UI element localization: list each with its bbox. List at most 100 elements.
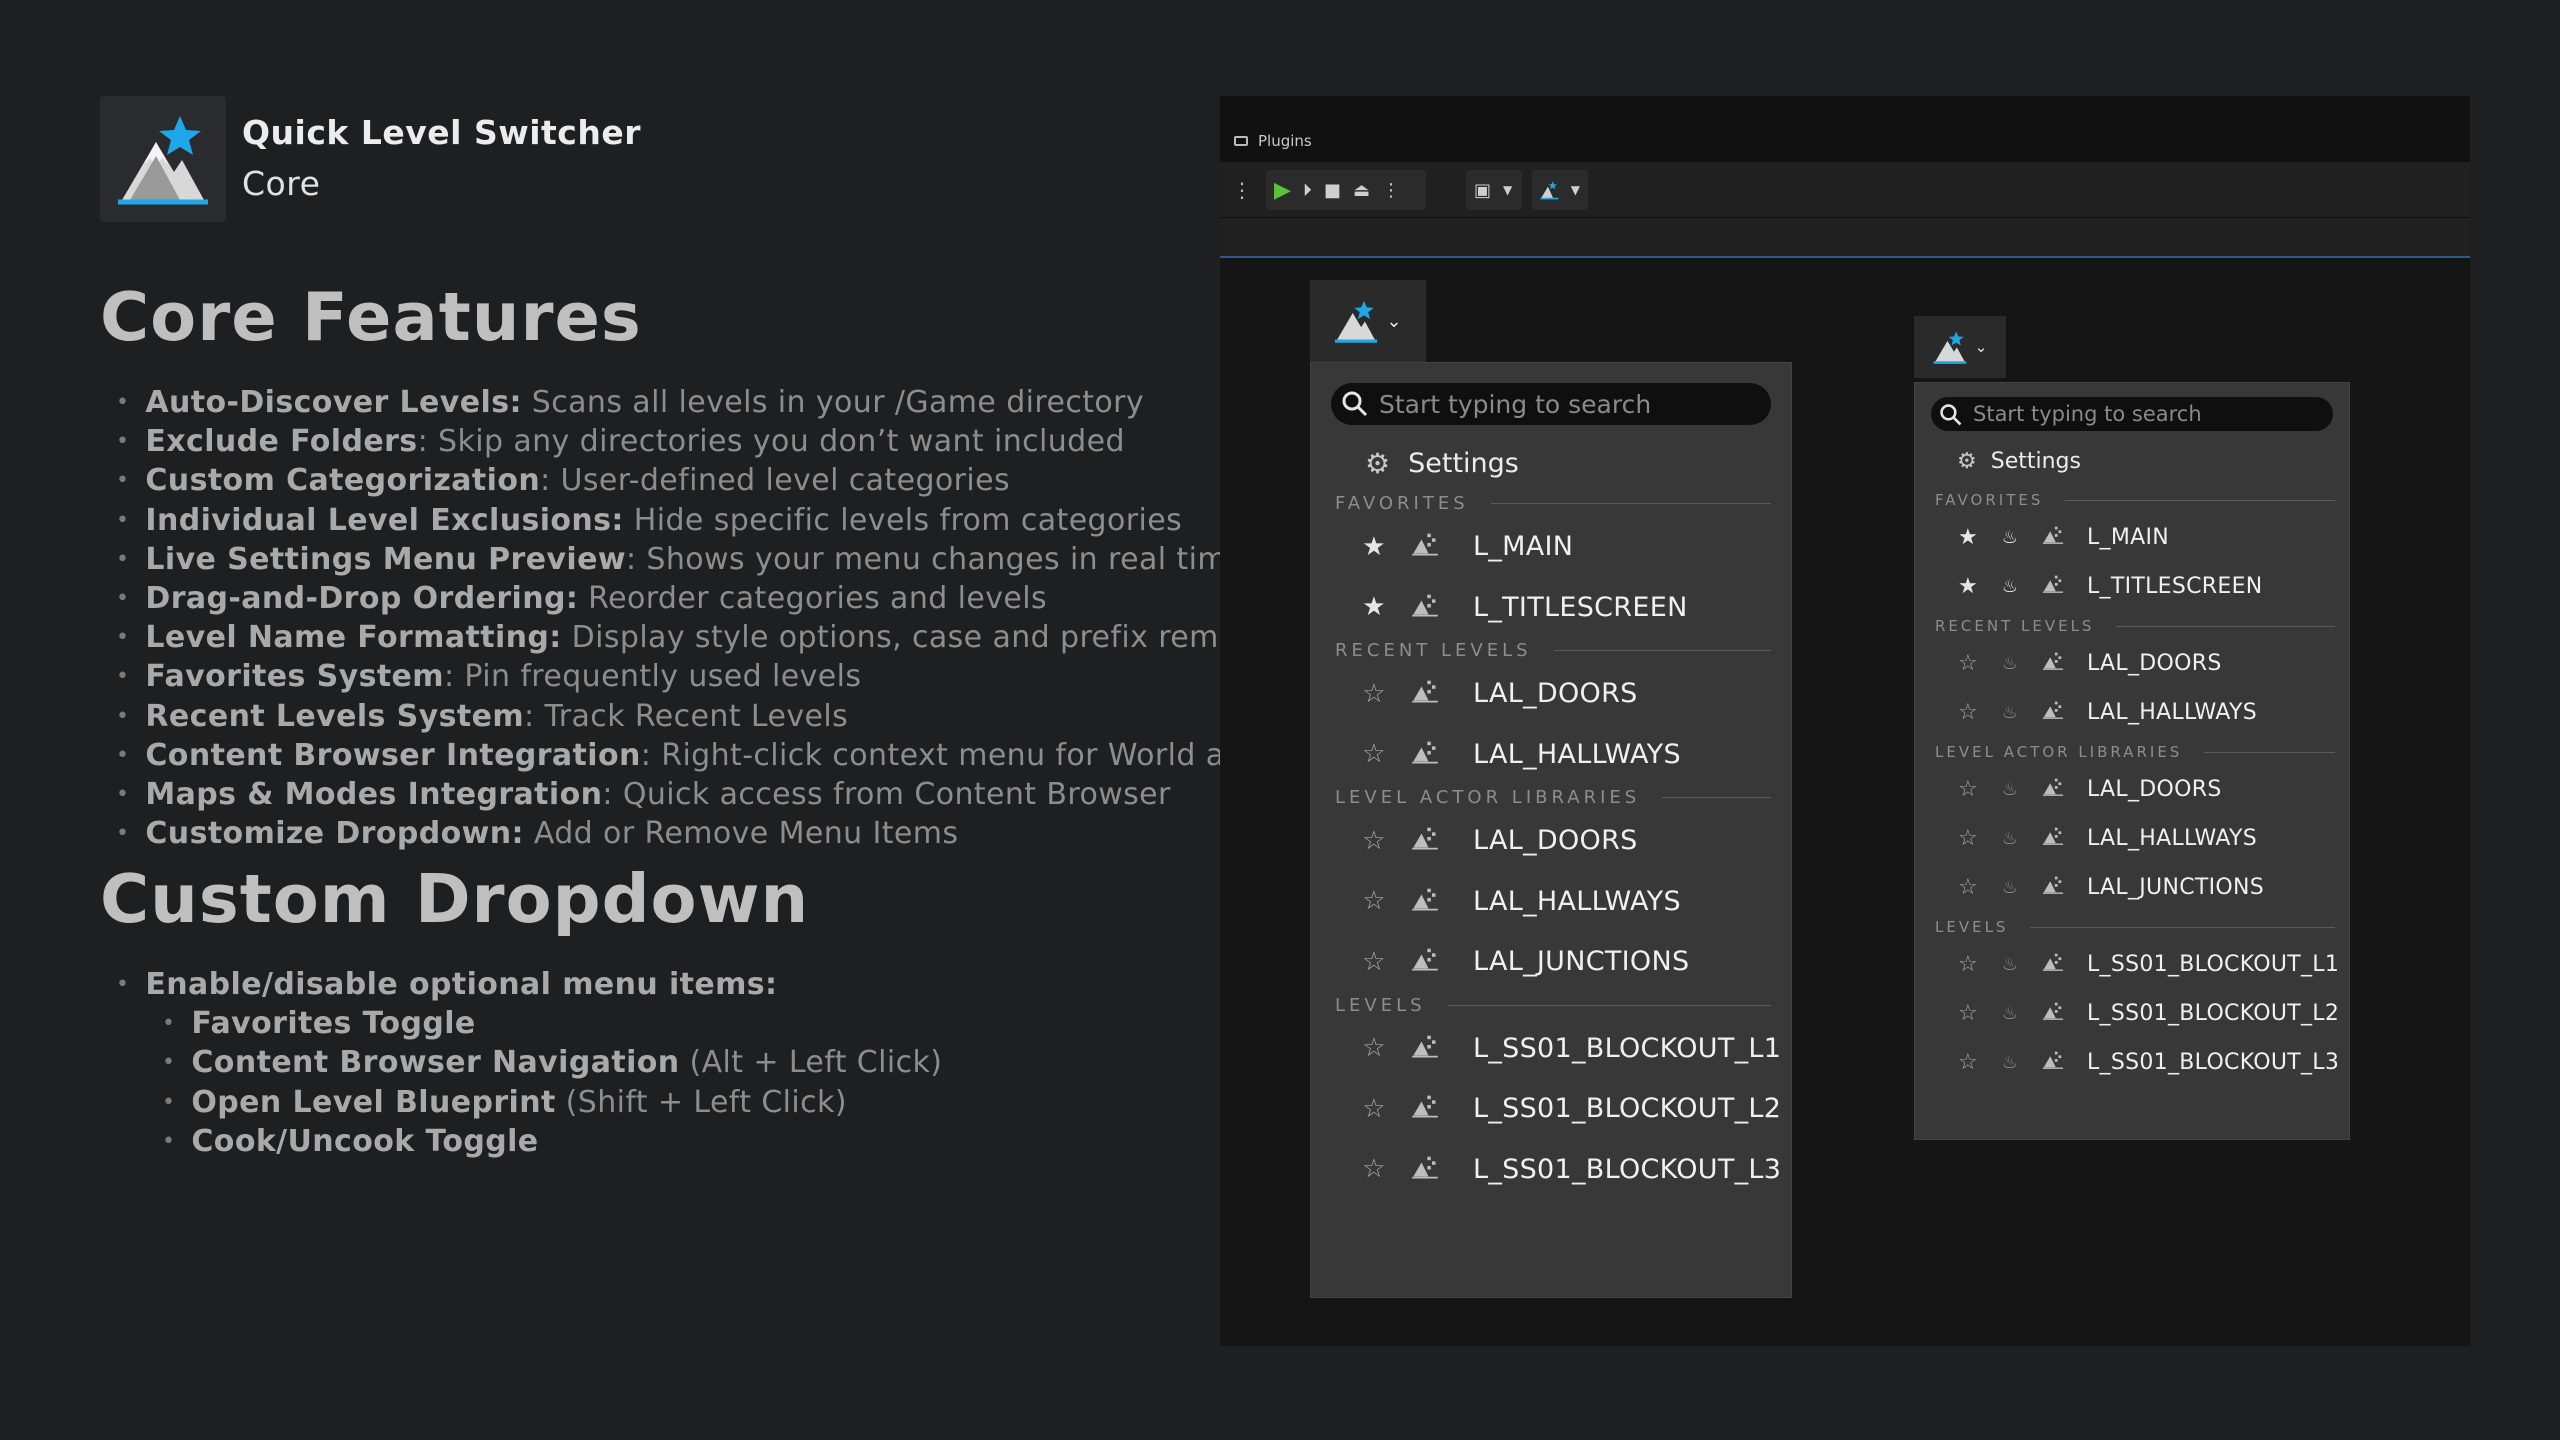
level-blueprint-icon[interactable]: [1407, 590, 1443, 625]
level-item[interactable]: ☆ L_SS01_BLOCKOUT_L2: [1361, 1091, 1781, 1126]
cook-toggle-icon[interactable]: ♨: [1997, 877, 2023, 898]
star-filled-icon[interactable]: ★: [1957, 525, 1979, 550]
level-icon[interactable]: [1411, 884, 1439, 912]
level-blueprint-icon[interactable]: [1407, 1031, 1443, 1066]
level-item[interactable]: ☆ LAL_JUNCTIONS: [1361, 944, 1689, 979]
level-icon[interactable]: [1411, 529, 1439, 557]
search-box[interactable]: [1331, 383, 1771, 425]
cook-toggle-icon[interactable]: ♨: [1997, 779, 2023, 800]
eject-icon[interactable]: ⏏: [1353, 180, 1370, 201]
level-icon[interactable]: [2042, 950, 2064, 972]
level-blueprint-icon[interactable]: [1407, 676, 1443, 711]
star-outline-icon[interactable]: ☆: [1361, 1154, 1387, 1184]
level-item[interactable]: ★ L_TITLESCREEN: [1361, 590, 1688, 625]
star-outline-icon[interactable]: ☆: [1957, 952, 1979, 977]
star-filled-icon[interactable]: ★: [1957, 574, 1979, 599]
level-blueprint-icon[interactable]: [1407, 944, 1443, 979]
level-item[interactable]: ☆ LAL_HALLWAYS: [1361, 884, 1681, 919]
level-switcher-toolbar-button[interactable]: ▼: [1532, 170, 1588, 210]
level-blueprint-icon[interactable]: [2039, 649, 2067, 677]
level-item[interactable]: ☆ ♨ LAL_DOORS: [1957, 649, 2222, 677]
star-outline-icon[interactable]: ☆: [1361, 1033, 1387, 1063]
star-outline-icon[interactable]: ☆: [1957, 1050, 1979, 1075]
level-icon[interactable]: [2042, 1048, 2064, 1070]
plugins-tab[interactable]: Plugins: [1234, 132, 1312, 150]
level-icon[interactable]: [2042, 572, 2064, 594]
play-options-icon[interactable]: ⋮: [1382, 180, 1400, 201]
level-blueprint-icon[interactable]: [1407, 823, 1443, 858]
cook-toggle-icon[interactable]: ♨: [1997, 1052, 2023, 1073]
level-icon[interactable]: [2042, 775, 2064, 797]
level-item[interactable]: ☆ ♨ LAL_JUNCTIONS: [1957, 873, 2264, 901]
step-icon[interactable]: ⏵: [1303, 180, 1312, 201]
level-switcher-button-small[interactable]: ⌄: [1914, 316, 2006, 378]
star-outline-icon[interactable]: ☆: [1957, 700, 1979, 725]
level-blueprint-icon[interactable]: [2039, 999, 2067, 1027]
star-outline-icon[interactable]: ☆: [1361, 679, 1387, 709]
cook-toggle-icon[interactable]: ♨: [1997, 954, 2023, 975]
level-item[interactable]: ☆ ♨ L_SS01_BLOCKOUT_L2: [1957, 999, 2339, 1027]
star-outline-icon[interactable]: ☆: [1957, 875, 1979, 900]
settings-item[interactable]: ⚙ Settings: [1957, 449, 2081, 474]
level-item[interactable]: ★ ♨ L_MAIN: [1957, 523, 2169, 551]
level-item[interactable]: ☆ L_SS01_BLOCKOUT_L1: [1361, 1031, 1781, 1066]
level-item[interactable]: ☆ ♨ LAL_HALLWAYS: [1957, 824, 2257, 852]
star-outline-icon[interactable]: ☆: [1361, 947, 1387, 977]
star-outline-icon[interactable]: ☆: [1361, 826, 1387, 856]
level-item[interactable]: ☆ LAL_HALLWAYS: [1361, 737, 1681, 772]
level-blueprint-icon[interactable]: [1407, 1091, 1443, 1126]
level-item[interactable]: ☆ ♨ LAL_HALLWAYS: [1957, 698, 2257, 726]
level-blueprint-icon[interactable]: [2039, 824, 2067, 852]
cook-toggle-icon[interactable]: ♨: [1997, 653, 2023, 674]
star-filled-icon[interactable]: ★: [1361, 532, 1387, 562]
level-icon[interactable]: [2042, 523, 2064, 545]
level-item[interactable]: ☆ LAL_DOORS: [1361, 676, 1638, 711]
level-icon[interactable]: [1411, 676, 1439, 704]
star-outline-icon[interactable]: ☆: [1361, 739, 1387, 769]
cook-toggle-icon[interactable]: ♨: [1997, 828, 2023, 849]
star-outline-icon[interactable]: ☆: [1361, 886, 1387, 916]
level-blueprint-icon[interactable]: [1407, 529, 1443, 564]
cook-toggle-icon[interactable]: ♨: [1997, 527, 2023, 548]
level-blueprint-icon[interactable]: [2039, 698, 2067, 726]
level-blueprint-icon[interactable]: [2039, 873, 2067, 901]
level-icon[interactable]: [1411, 1091, 1439, 1119]
star-filled-icon[interactable]: ★: [1361, 592, 1387, 622]
star-outline-icon[interactable]: ☆: [1957, 777, 1979, 802]
play-icon[interactable]: ▶: [1274, 178, 1291, 203]
level-item[interactable]: ☆ ♨ L_SS01_BLOCKOUT_L1: [1957, 950, 2339, 978]
level-item[interactable]: ☆ ♨ L_SS01_BLOCKOUT_L3: [1957, 1048, 2339, 1076]
search-input[interactable]: [1379, 389, 1759, 419]
level-blueprint-icon[interactable]: [2039, 523, 2067, 551]
level-blueprint-icon[interactable]: [2039, 950, 2067, 978]
search-input[interactable]: [1973, 402, 2323, 426]
level-item[interactable]: ☆ LAL_DOORS: [1361, 823, 1638, 858]
level-icon[interactable]: [1411, 1152, 1439, 1180]
level-item[interactable]: ★ ♨ L_TITLESCREEN: [1957, 572, 2263, 600]
level-blueprint-icon[interactable]: [2039, 775, 2067, 803]
level-item[interactable]: ☆ ♨ LAL_DOORS: [1957, 775, 2222, 803]
star-outline-icon[interactable]: ☆: [1957, 826, 1979, 851]
level-icon[interactable]: [2042, 698, 2064, 720]
star-outline-icon[interactable]: ☆: [1361, 1094, 1387, 1124]
level-blueprint-icon[interactable]: [1407, 1152, 1443, 1187]
settings-item[interactable]: ⚙ Settings: [1365, 447, 1519, 480]
level-switcher-button-large[interactable]: ⌄: [1310, 280, 1426, 362]
level-blueprint-icon[interactable]: [1407, 737, 1443, 772]
toolbar-options-icon[interactable]: ⋮: [1232, 180, 1252, 200]
level-icon[interactable]: [2042, 824, 2064, 846]
search-box[interactable]: [1931, 397, 2333, 431]
level-blueprint-icon[interactable]: [1407, 884, 1443, 919]
level-icon[interactable]: [1411, 1031, 1439, 1059]
star-outline-icon[interactable]: ☆: [1957, 651, 1979, 676]
level-item[interactable]: ☆ L_SS01_BLOCKOUT_L3: [1361, 1152, 1781, 1187]
stop-icon[interactable]: ■: [1324, 180, 1341, 201]
level-icon[interactable]: [1411, 823, 1439, 851]
platforms-button[interactable]: ▣ ▼: [1466, 170, 1522, 210]
level-icon[interactable]: [1411, 944, 1439, 972]
cook-toggle-icon[interactable]: ♨: [1997, 702, 2023, 723]
level-blueprint-icon[interactable]: [2039, 1048, 2067, 1076]
cook-toggle-icon[interactable]: ♨: [1997, 1003, 2023, 1024]
cook-toggle-icon[interactable]: ♨: [1997, 576, 2023, 597]
level-icon[interactable]: [1411, 737, 1439, 765]
